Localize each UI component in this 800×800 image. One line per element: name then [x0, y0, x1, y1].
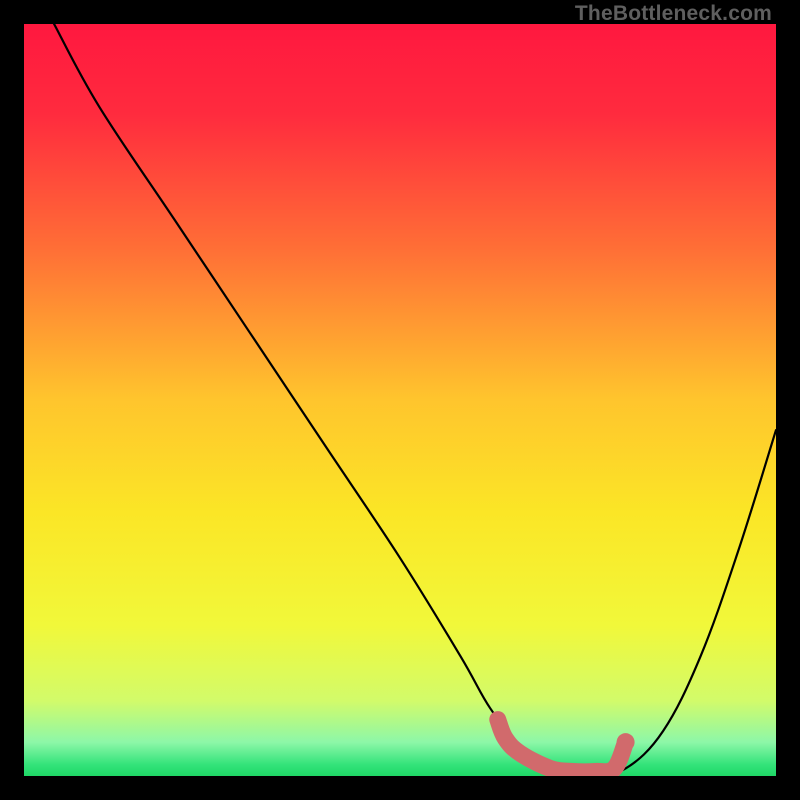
- chart-frame: [24, 24, 776, 776]
- chart-svg: [24, 24, 776, 776]
- watermark-text: TheBottleneck.com: [575, 2, 772, 26]
- sweet-spot-endpoint: [617, 733, 635, 751]
- gradient-background: [24, 24, 776, 776]
